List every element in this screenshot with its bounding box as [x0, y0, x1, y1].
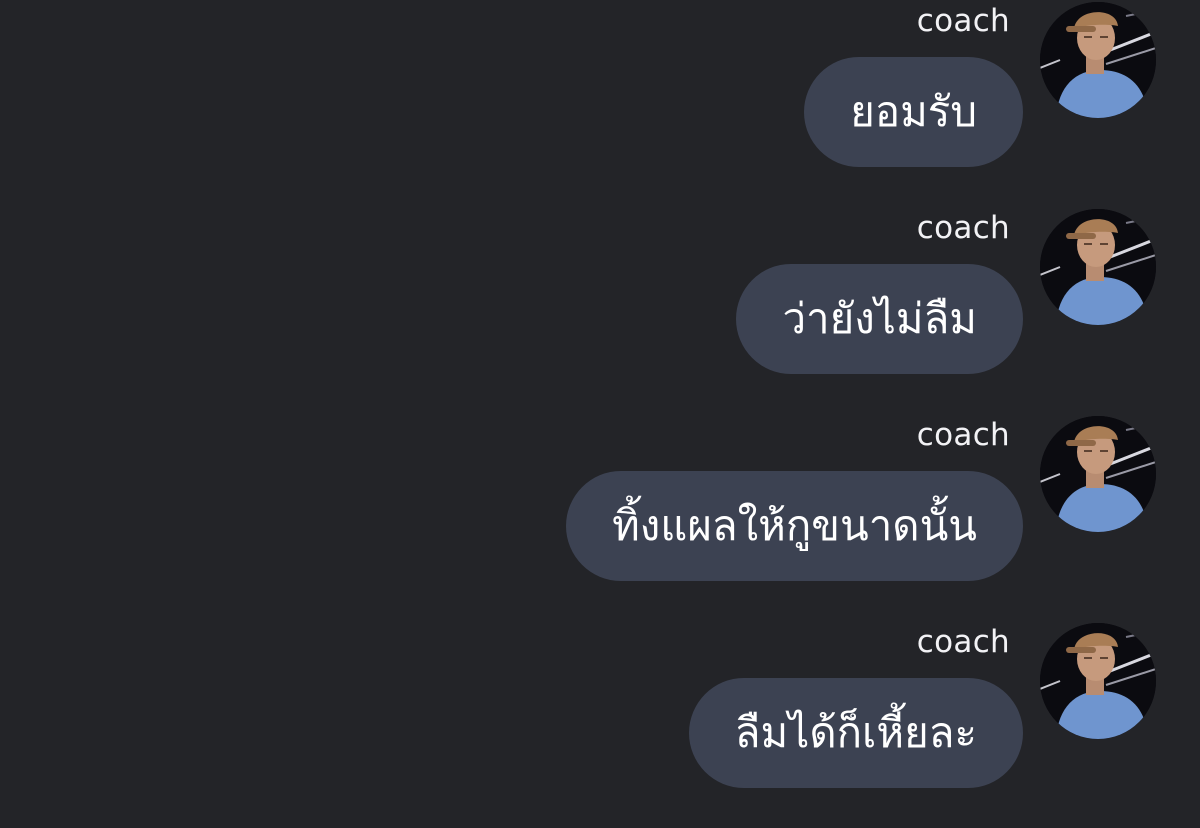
- user-avatar-photo: [1040, 416, 1156, 532]
- sender-name: coach: [916, 3, 1010, 39]
- avatar[interactable]: [1040, 623, 1156, 739]
- chat-message: coach ลืมได้ก็เหี้ยละ: [0, 621, 1200, 828]
- chat-message: coach ว่ายังไม่ลืม: [0, 207, 1200, 414]
- user-avatar-photo: [1040, 2, 1156, 118]
- sender-name: coach: [916, 417, 1010, 453]
- chat-message: coach ทิ้งแผลให้กูขนาดนั้น: [0, 414, 1200, 621]
- sender-name: coach: [916, 624, 1010, 660]
- chat-message: coach ยอมรับ: [0, 0, 1200, 207]
- avatar[interactable]: [1040, 209, 1156, 325]
- chat-thread: coach ยอมรับ coach ว่ายังไม่ลืม coach ทิ…: [0, 0, 1200, 801]
- sender-name: coach: [916, 210, 1010, 246]
- user-avatar-photo: [1040, 623, 1156, 739]
- message-bubble[interactable]: ลืมได้ก็เหี้ยละ: [688, 678, 1023, 788]
- avatar[interactable]: [1040, 416, 1156, 532]
- avatar[interactable]: [1040, 2, 1156, 118]
- message-bubble[interactable]: ทิ้งแผลให้กูขนาดนั้น: [566, 471, 1023, 581]
- message-bubble[interactable]: ยอมรับ: [804, 57, 1023, 167]
- message-bubble[interactable]: ว่ายังไม่ลืม: [736, 264, 1023, 374]
- user-avatar-photo: [1040, 209, 1156, 325]
